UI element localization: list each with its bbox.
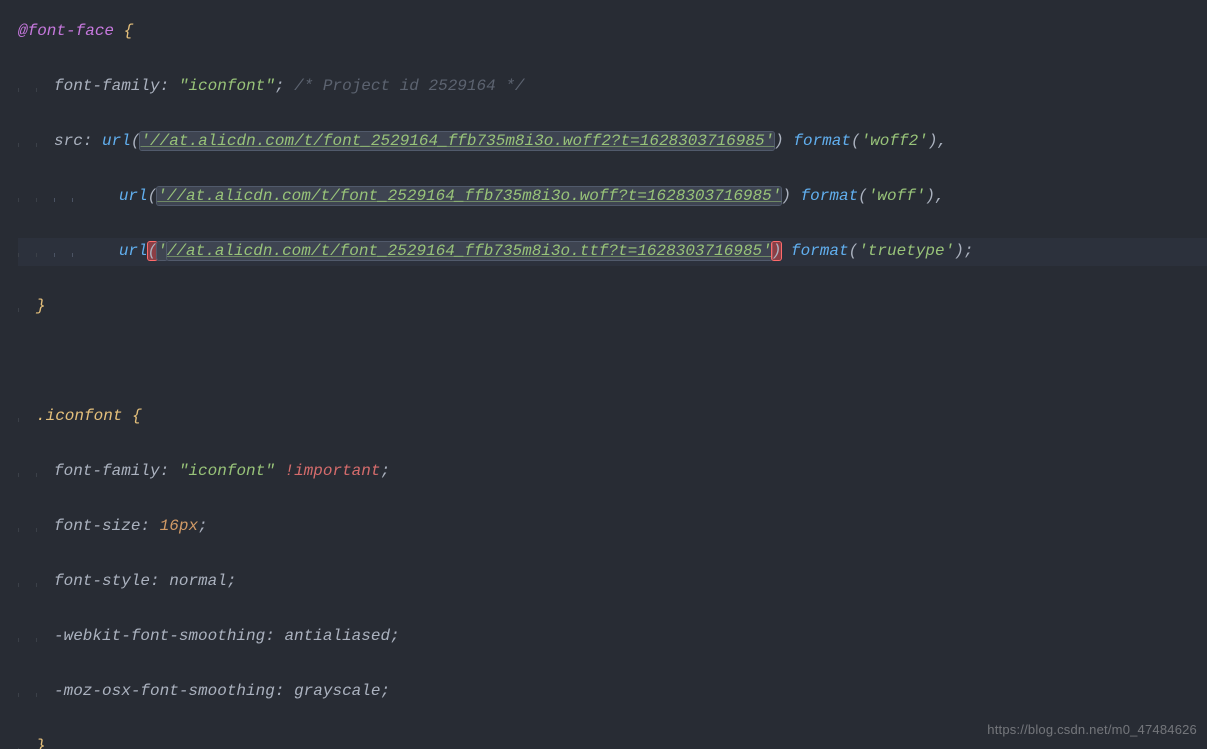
code-line: font-family: "iconfont" !important; <box>18 458 1207 486</box>
code-line: url('//at.alicdn.com/t/font_2529164_ffb7… <box>18 183 1207 211</box>
bracket-match-close: ) <box>772 242 782 260</box>
url-string[interactable]: '//at.alicdn.com/t/font_2529164_ffb735m8… <box>140 132 774 150</box>
code-line: font-style: normal; <box>18 568 1207 596</box>
code-editor[interactable]: @font-face { font-family: "iconfont"; /*… <box>0 0 1207 749</box>
code-line: .iconfont { <box>18 403 1207 431</box>
code-line: font-family: "iconfont"; /* Project id 2… <box>18 73 1207 101</box>
bracket-match-open: ( <box>148 242 158 260</box>
code-line-active: url('//at.alicdn.com/t/font_2529164_ffb7… <box>18 238 1207 266</box>
code-line: src: url('//at.alicdn.com/t/font_2529164… <box>18 128 1207 156</box>
code-line: -webkit-font-smoothing: antialiased; <box>18 623 1207 651</box>
code-line <box>18 348 1207 376</box>
code-line: } <box>18 293 1207 321</box>
watermark-text: https://blog.csdn.net/m0_47484626 <box>987 716 1197 744</box>
selector: .iconfont <box>36 407 122 425</box>
at-rule: @font-face <box>18 22 114 40</box>
code-line: -moz-osx-font-smoothing: grayscale; <box>18 678 1207 706</box>
important-keyword: !important <box>284 462 380 480</box>
url-string[interactable]: '//at.alicdn.com/t/font_2529164_ffb735m8… <box>157 187 781 205</box>
url-string[interactable]: //at.alicdn.com/t/font_2529164_ffb735m8i… <box>167 242 772 260</box>
comment: /* Project id 2529164 */ <box>294 77 524 95</box>
code-line: font-size: 16px; <box>18 513 1207 541</box>
code-line: @font-face { <box>18 18 1207 46</box>
